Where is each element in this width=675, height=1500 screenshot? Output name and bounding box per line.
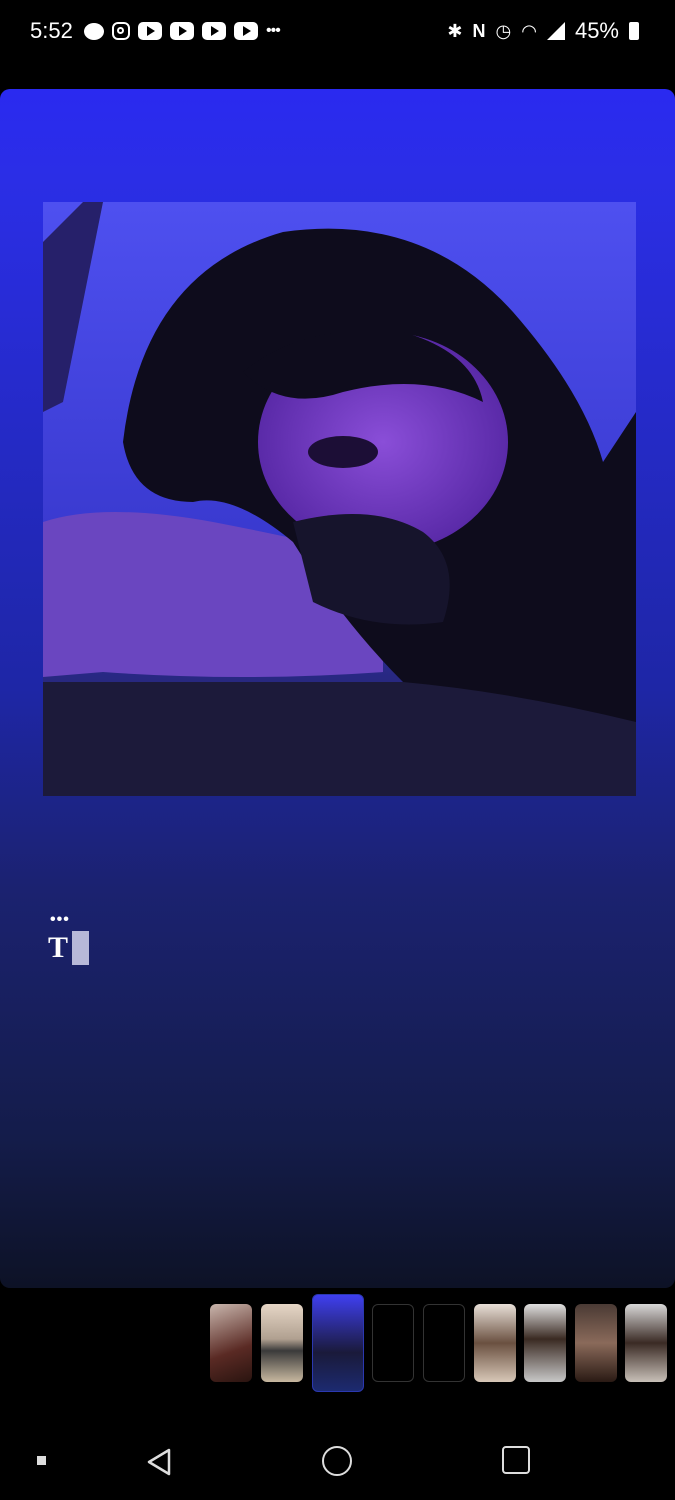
story-thumbnail[interactable] xyxy=(524,1304,566,1382)
back-icon[interactable] xyxy=(145,1447,173,1477)
nav-indicator-icon xyxy=(37,1456,46,1465)
text-cursor xyxy=(72,931,90,965)
story-thumbnail-active[interactable] xyxy=(312,1294,364,1392)
notification-icons: ••• xyxy=(84,18,281,44)
battery-level: 45% xyxy=(574,18,619,43)
story-thumbnail[interactable] xyxy=(372,1304,414,1382)
home-icon[interactable] xyxy=(322,1446,352,1476)
text-icon: T xyxy=(48,931,69,964)
youtube-icon xyxy=(170,22,194,40)
photo-graphic xyxy=(43,202,636,796)
chat-icon xyxy=(84,22,104,40)
text-tool[interactable]: T xyxy=(48,931,90,965)
story-thumbnail[interactable] xyxy=(261,1304,303,1382)
more-icon: ••• xyxy=(266,22,281,39)
system-icons: ✱ N ◷ ◠ 45% xyxy=(447,18,639,44)
youtube-icon xyxy=(138,22,162,40)
status-bar: 5:52 ••• ✱ N ◷ ◠ 45% xyxy=(0,0,675,64)
story-canvas[interactable]: ••• T xyxy=(0,89,675,1288)
alarm-icon: ◷ xyxy=(495,20,512,41)
youtube-icon xyxy=(234,22,258,40)
battery-icon xyxy=(629,22,639,40)
instagram-icon xyxy=(112,22,130,40)
story-thumbnail[interactable] xyxy=(575,1304,617,1382)
signal-icon xyxy=(546,22,565,40)
story-thumbnail[interactable] xyxy=(423,1304,465,1382)
story-thumbnail[interactable] xyxy=(474,1304,516,1382)
youtube-icon xyxy=(202,22,226,40)
story-thumbnail[interactable] xyxy=(625,1304,667,1382)
story-thumbnail-strip xyxy=(0,1294,675,1394)
nfc-icon: N xyxy=(472,20,486,41)
story-photo[interactable] xyxy=(43,202,636,796)
wifi-icon: ◠ xyxy=(521,20,537,41)
navigation-bar xyxy=(0,1410,675,1500)
story-thumbnail[interactable] xyxy=(210,1304,252,1382)
bluetooth-icon: ✱ xyxy=(447,20,463,41)
recents-icon[interactable] xyxy=(502,1446,530,1474)
story-options-button[interactable]: ••• xyxy=(50,911,70,929)
status-time: 5:52 xyxy=(30,18,73,43)
